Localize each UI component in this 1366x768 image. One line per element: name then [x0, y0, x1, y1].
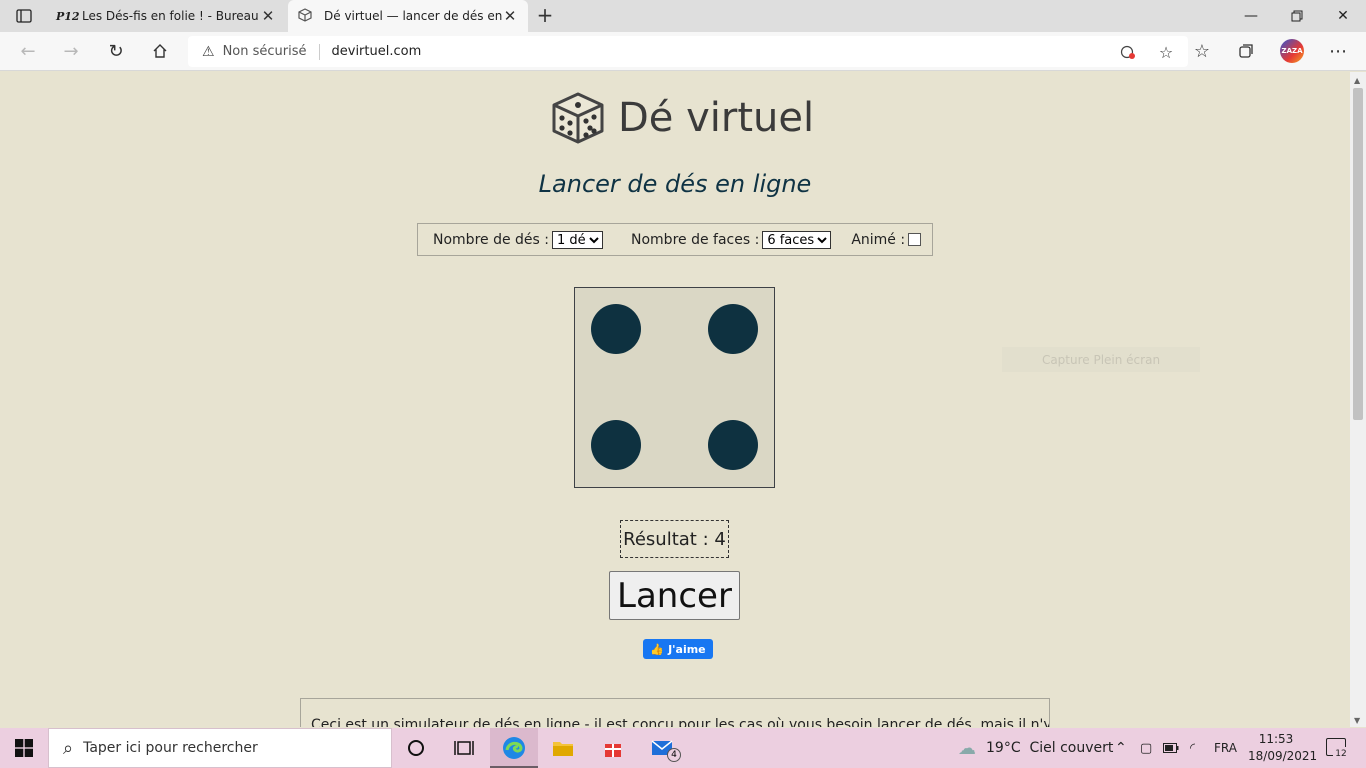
close-tab-icon[interactable]: ✕ [502, 7, 518, 25]
animated-checkbox[interactable] [908, 233, 922, 246]
restore-icon[interactable] [1274, 0, 1320, 32]
site-title: Dé virtuel [618, 95, 815, 141]
network-icon[interactable]: ◜ [1190, 728, 1195, 768]
dice-favicon-icon [298, 7, 316, 25]
scroll-down-icon[interactable]: ▼ [1354, 716, 1360, 725]
dice-logo-icon [552, 92, 604, 144]
cortana-icon[interactable] [404, 736, 428, 760]
time: 11:53 [1258, 732, 1294, 746]
dice-count-select[interactable]: 1 dé [552, 230, 603, 249]
windows-start-icon[interactable] [0, 728, 48, 768]
die-pip [708, 304, 758, 354]
description-box: Ceci est un simulateur de dés en ligne -… [300, 698, 1050, 727]
language-indicator[interactable]: FRA [1214, 728, 1237, 768]
die-pip [708, 420, 758, 470]
gift-app-icon[interactable] [601, 736, 625, 760]
address-bar[interactable]: ⚠ Non sécurisé devirtuel.com ☆ [188, 36, 1188, 67]
collections-icon[interactable] [1232, 38, 1260, 64]
tab-title: Les Dés-fis en folie ! - Bureau de [82, 9, 260, 23]
taskbar-search[interactable]: ⌕ Taper ici pour rechercher [48, 728, 392, 768]
options-panel: Nombre de dés : 1 dé Nombre de faces : 6… [417, 223, 933, 256]
scroll-thumb[interactable] [1353, 88, 1363, 420]
facebook-like-button[interactable]: 👍 J'aime [643, 639, 713, 659]
back-icon[interactable]: ← [14, 38, 42, 64]
scroll-up-icon[interactable]: ▲ [1354, 76, 1360, 85]
cloud-icon: ☁ [958, 737, 976, 759]
die-face [574, 287, 775, 488]
animated-label: Animé : [851, 231, 906, 248]
add-favorite-icon[interactable]: ☆ [1154, 40, 1178, 64]
result-display: Résultat : 4 [620, 520, 729, 558]
tracking-prevention-icon[interactable] [1116, 40, 1140, 64]
url-text[interactable]: devirtuel.com [332, 44, 422, 59]
tab-actions-icon[interactable] [10, 6, 38, 26]
close-tab-icon[interactable]: ✕ [260, 7, 276, 25]
tab-title: Dé virtuel — lancer de dés en lig [324, 9, 502, 23]
site-header: Dé virtuel [550, 90, 814, 146]
refresh-icon[interactable]: ↻ [102, 38, 130, 64]
warning-icon[interactable]: ⚠ [202, 44, 215, 60]
dice-count-label: Nombre de dés : [433, 231, 549, 248]
page-subtitle: Lancer de dés en ligne [538, 170, 812, 198]
die-pip [591, 304, 641, 354]
like-label: J'aime [668, 642, 706, 656]
tab-favicon-p12: P12 [56, 9, 80, 23]
roll-button[interactable]: Lancer [609, 571, 740, 620]
profile-avatar[interactable]: ZAZA [1280, 39, 1304, 63]
search-icon: ⌕ [63, 737, 74, 759]
tab-strip: P12 Les Dés-fis en folie ! - Bureau de ✕… [0, 0, 1366, 32]
notification-count: 12 [1333, 747, 1349, 761]
forward-icon[interactable]: → [57, 38, 85, 64]
description-text: Ceci est un simulateur de dés en ligne -… [311, 717, 1050, 727]
edge-browser-icon[interactable] [502, 736, 526, 760]
die-pip [591, 420, 641, 470]
show-hidden-icons[interactable]: ⌃ [1115, 728, 1127, 768]
search-placeholder: Taper ici pour rechercher [83, 740, 258, 756]
favorites-icon[interactable]: ☆ [1188, 38, 1216, 64]
security-label: Non sécurisé [222, 44, 307, 59]
divider [318, 43, 320, 60]
home-icon[interactable] [146, 38, 174, 64]
weather-text: 19°C Ciel couvert [986, 740, 1114, 756]
weather-widget[interactable]: ☁ 19°C Ciel couvert [958, 728, 1113, 768]
navigation-bar: ← → ↻ ⚠ Non sécurisé devirtuel.com ☆ ☆ Z… [0, 32, 1366, 71]
taskbar: ⌕ Taper ici pour rechercher 4 ☁ 19°C Cie… [0, 728, 1366, 768]
chevron-up-icon: ⌃ [1115, 740, 1127, 756]
minimize-icon[interactable]: — [1228, 0, 1274, 32]
more-icon[interactable]: ⋯ [1324, 38, 1352, 64]
new-tab-button[interactable]: + [534, 4, 556, 28]
file-explorer-icon[interactable] [551, 736, 575, 760]
meet-now-icon[interactable]: ▢ [1140, 728, 1152, 768]
faces-label: Nombre de faces : [631, 231, 760, 248]
tab-de-virtuel[interactable]: Dé virtuel — lancer de dés en lig ✕ [288, 0, 528, 32]
mail-badge: 4 [667, 748, 681, 762]
task-view-icon[interactable] [452, 736, 476, 760]
close-window-icon[interactable]: ✕ [1320, 0, 1366, 32]
clock[interactable]: 11:53 18/09/2021 [1248, 731, 1318, 765]
tab-les-des-fis[interactable]: P12 Les Dés-fis en folie ! - Bureau de ✕ [46, 0, 286, 32]
page-content: Dé virtuel Lancer de dés en ligne Nombre… [0, 72, 1350, 727]
thumbs-up-icon: 👍 [650, 642, 665, 656]
screenshot-overlay-hint: Capture Plein écran [1002, 347, 1200, 372]
date: 18/09/2021 [1248, 749, 1318, 763]
faces-select[interactable]: 6 faces [762, 230, 832, 249]
scrollbar[interactable]: ▲ ▼ [1350, 72, 1366, 727]
battery-icon[interactable] [1163, 728, 1179, 768]
